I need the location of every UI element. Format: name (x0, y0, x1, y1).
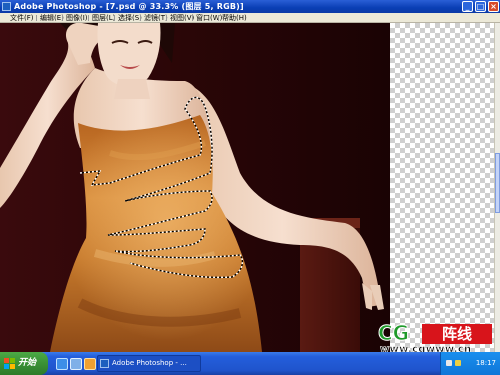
taskbar-item-label: Adobe Photoshop - ... (112, 359, 187, 367)
menu-help[interactable]: 帮助(H) (222, 13, 247, 23)
watermark-logo: CG (377, 321, 410, 345)
ie-icon[interactable] (56, 358, 68, 370)
menu-layer[interactable]: 图层(L) (92, 13, 115, 23)
window-title: Adobe Photoshop - [7.psd @ 33.3% (图层 5, … (14, 2, 244, 11)
windows-logo-icon (4, 358, 15, 369)
clock: 18:17 (475, 359, 496, 367)
media-icon[interactable] (84, 358, 96, 370)
watermark-brand: 阵线 (422, 324, 492, 344)
menu-separator (36, 15, 37, 21)
menu-edit[interactable]: 编辑(E) (40, 13, 64, 23)
scroll-thumb[interactable] (495, 153, 500, 213)
title-bar[interactable]: Adobe Photoshop - [7.psd @ 33.3% (图层 5, … (0, 0, 500, 13)
menu-file[interactable]: 文件(F) (10, 13, 34, 23)
taskbar-item-photoshop[interactable]: Adobe Photoshop - ... (97, 355, 201, 372)
menu-bar: 文件(F) 编辑(E) 图像(I) 图层(L) 选择(S) 滤镜(T) 视图(V… (0, 13, 500, 23)
artwork (0, 23, 384, 352)
start-label: 开始 (18, 358, 37, 368)
menu-separator (140, 15, 141, 21)
vertical-scrollbar[interactable] (494, 23, 500, 352)
menu-separator (88, 15, 89, 21)
menu-filter[interactable]: 滤镜(T) (144, 13, 168, 23)
tray-volume-icon[interactable] (455, 360, 461, 366)
desktop-icon[interactable] (70, 358, 82, 370)
transparent-area[interactable] (390, 23, 494, 352)
tray-network-icon[interactable] (446, 360, 452, 366)
menu-separator (114, 15, 115, 21)
document-canvas[interactable] (0, 23, 390, 352)
menu-separator (166, 15, 167, 21)
photoshop-icon (100, 359, 109, 368)
photoshop-icon (2, 2, 11, 11)
menu-separator (192, 15, 193, 21)
close-button[interactable]: × (488, 1, 499, 12)
system-tray: 18:17 (440, 352, 500, 375)
start-button[interactable]: 开始 (0, 352, 48, 375)
minimize-button[interactable]: _ (462, 1, 473, 12)
maximize-button[interactable]: □ (475, 1, 486, 12)
menu-select[interactable]: 选择(S) (118, 13, 142, 23)
menu-view[interactable]: 视图(V) (170, 13, 194, 23)
menu-separator (218, 15, 219, 21)
menu-separator (62, 15, 63, 21)
menu-image[interactable]: 图像(I) (66, 13, 88, 23)
